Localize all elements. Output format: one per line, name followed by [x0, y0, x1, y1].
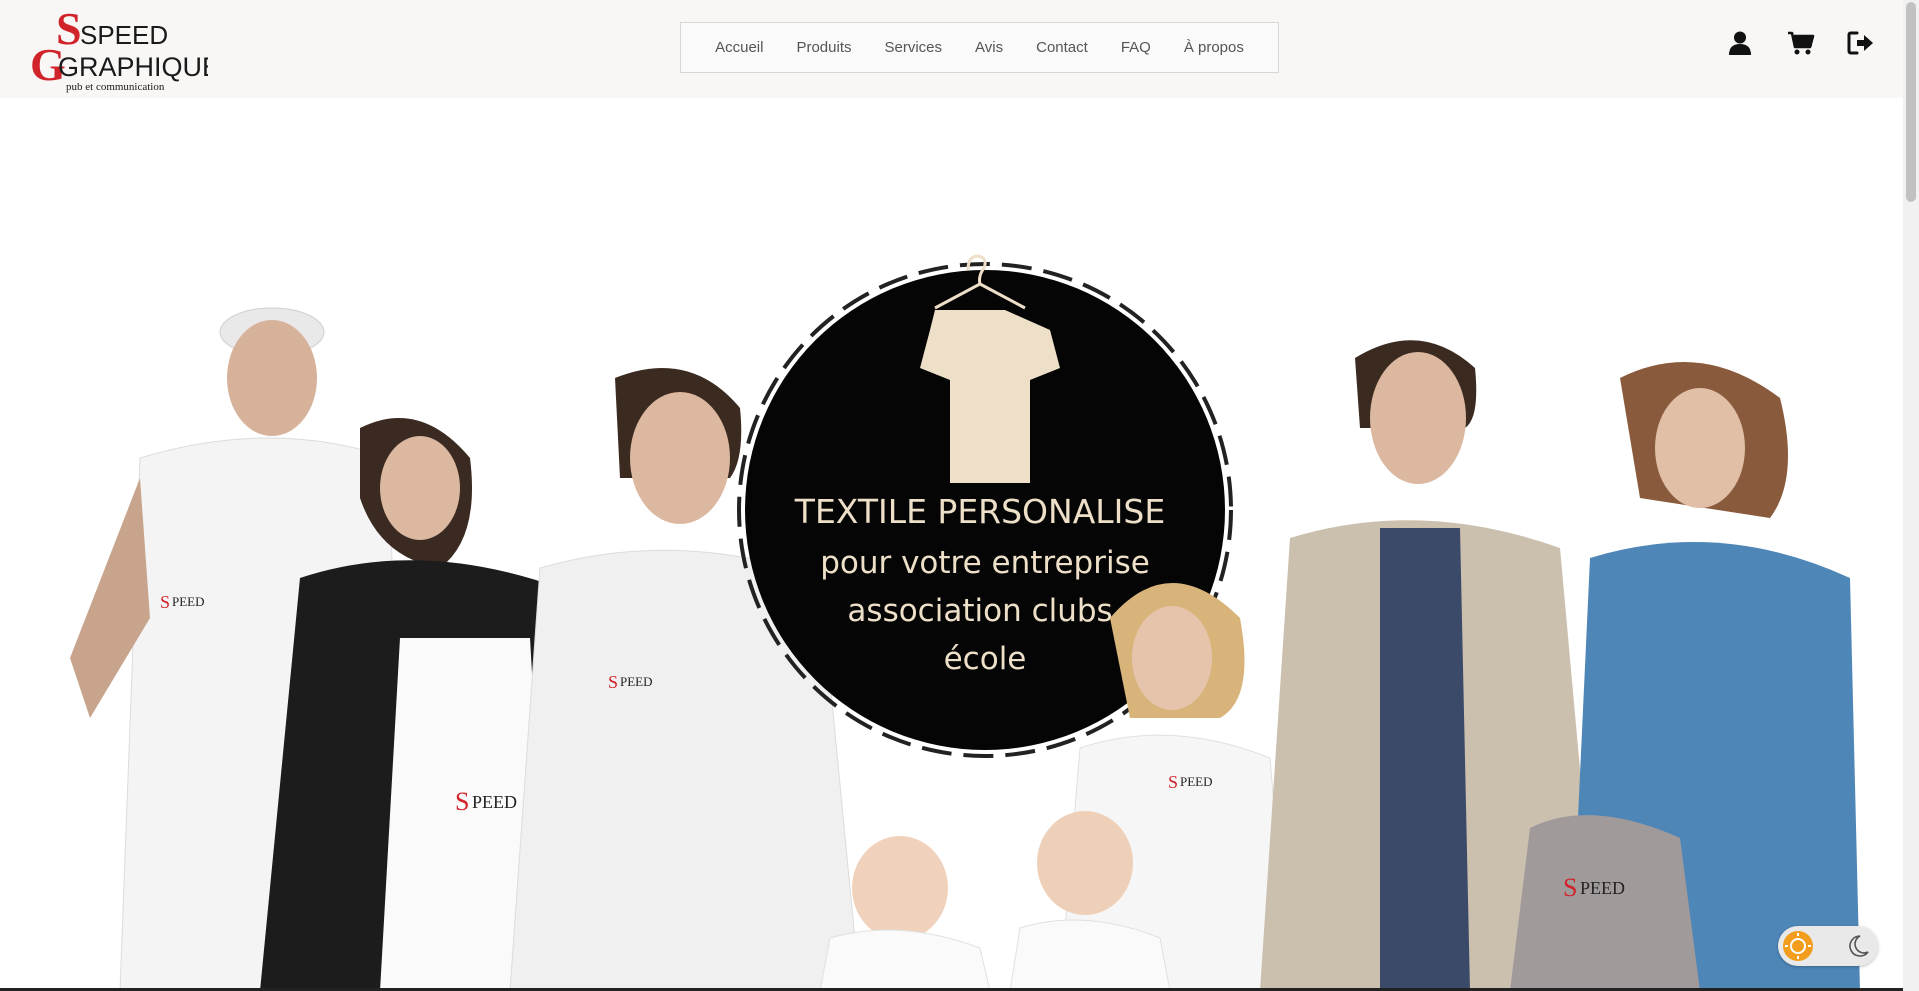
svg-text:S: S: [160, 592, 170, 612]
svg-text:S: S: [455, 787, 469, 816]
logo-text-speed: SPEED: [80, 20, 168, 50]
logo-text-graphique: GRAPHIQUE: [58, 52, 208, 82]
nav-faq[interactable]: FAQ: [1121, 39, 1151, 56]
nav-accueil[interactable]: Accueil: [715, 39, 763, 56]
user-icon[interactable]: [1727, 30, 1753, 56]
hero-illustration: TEXTILE PERSONALISE pour votre entrepris…: [70, 254, 1860, 991]
main-nav: Accueil Produits Services Avis Contact F…: [680, 22, 1279, 73]
sun-icon: [1783, 931, 1813, 961]
svg-text:S: S: [1563, 873, 1577, 902]
svg-text:PEED: PEED: [1580, 878, 1625, 898]
moon-icon: [1849, 935, 1869, 957]
hero-line-3: association clubs,: [847, 593, 1122, 629]
babies: [819, 811, 1171, 991]
speed-graphique-logo[interactable]: S SPEED G GRAPHIQUE pub et communication: [28, 4, 208, 94]
scrollbar-thumb[interactable]: [1906, 2, 1916, 202]
svg-text:PEED: PEED: [472, 792, 517, 812]
svg-text:PEED: PEED: [172, 594, 205, 609]
nav-services[interactable]: Services: [885, 39, 943, 56]
nav-a-propos[interactable]: À propos: [1184, 39, 1244, 56]
hero-headline: TEXTILE PERSONALISE: [794, 492, 1165, 531]
hero-banner: TEXTILE PERSONALISE pour votre entrepris…: [0, 98, 1903, 991]
logout-icon[interactable]: [1847, 30, 1873, 56]
logo-tagline: pub et communication: [66, 81, 165, 93]
svg-text:S: S: [608, 672, 618, 692]
nav-avis[interactable]: Avis: [975, 39, 1003, 56]
page-scrollbar[interactable]: [1903, 0, 1919, 991]
nav-contact[interactable]: Contact: [1036, 39, 1088, 56]
svg-text:PEED: PEED: [1180, 774, 1213, 789]
header-icons: [1727, 30, 1873, 56]
svg-text:PEED: PEED: [620, 674, 653, 689]
theme-toggle[interactable]: [1778, 926, 1878, 966]
hero-line-2: pour votre entreprise: [820, 545, 1150, 581]
site-header: S SPEED G GRAPHIQUE pub et communication…: [0, 0, 1903, 98]
cart-icon[interactable]: [1787, 30, 1815, 56]
hero-line-4: école: [944, 641, 1027, 677]
nav-produits[interactable]: Produits: [796, 39, 851, 56]
svg-text:S: S: [1168, 772, 1178, 792]
